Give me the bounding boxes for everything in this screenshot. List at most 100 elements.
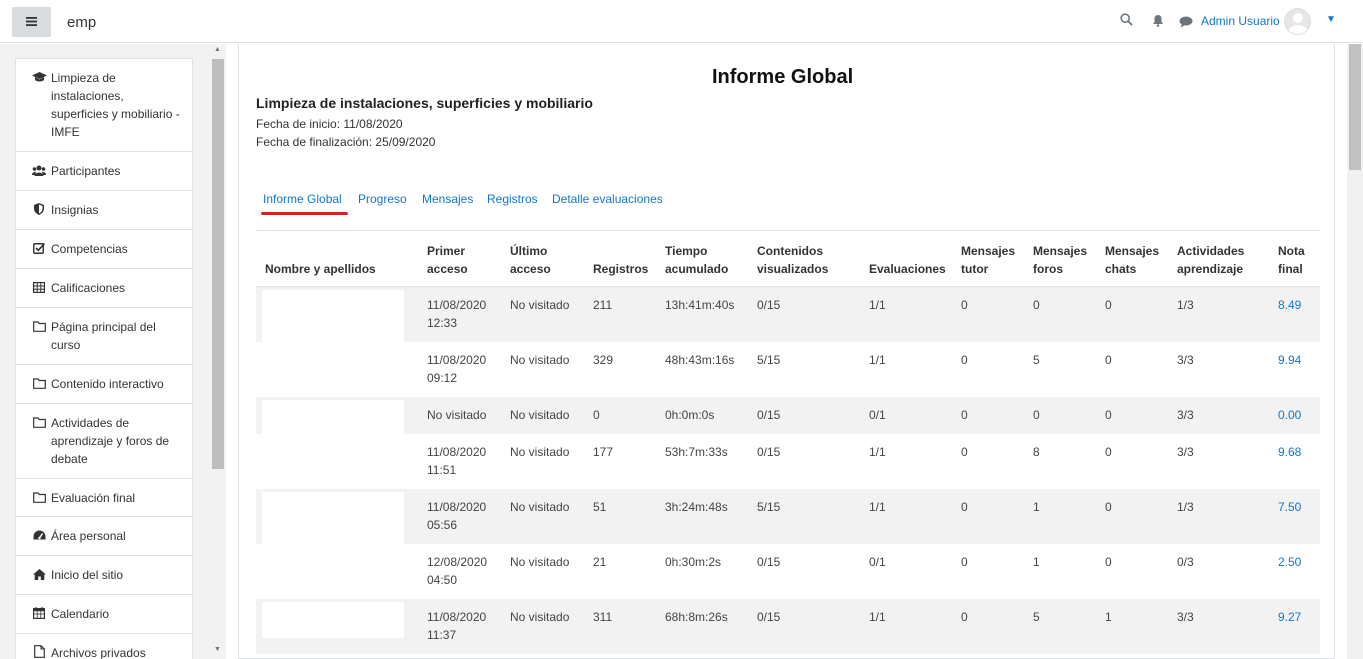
- top-navbar: emp Admin Usuario ▼: [0, 0, 1363, 43]
- nota-final-link[interactable]: 7.50: [1278, 500, 1301, 514]
- cell-chats: 0: [1105, 353, 1112, 367]
- nota-final-link[interactable]: 8.49: [1278, 298, 1301, 312]
- column-header[interactable]: Mensajes chats: [1096, 230, 1168, 287]
- cell-ultimo: No visitado: [501, 599, 584, 654]
- column-header[interactable]: Actividades aprendizaje: [1168, 230, 1269, 287]
- menu-toggle-button[interactable]: [12, 7, 51, 37]
- sidebar-item-actividades[interactable]: Actividades de aprendizaje y foros de de…: [16, 404, 192, 479]
- column-header[interactable]: Nombre y apellidos: [256, 230, 418, 287]
- column-header[interactable]: Contenidos visualizados: [748, 230, 860, 287]
- drawer-scrollbar-thumb[interactable]: [212, 59, 224, 469]
- table-row: 12/08/2020 04:50 No visitado 21 0h:30m:2s 0/1…: [256, 544, 1320, 599]
- table-row: No visitado No visitado 0 0h:0m:0s 0/15 0/1 0 0…: [256, 397, 1320, 436]
- cell-tiempo: 53h:7m:33s: [665, 445, 728, 459]
- user-avatar[interactable]: [1284, 8, 1311, 35]
- cell-contenidos: 5/15: [757, 353, 781, 367]
- sidebar-item-inicio-sitio[interactable]: Inicio del sitio: [16, 556, 192, 595]
- bell-icon[interactable]: [1152, 14, 1164, 30]
- cell-registros: 51: [584, 489, 656, 544]
- sidebar-item-participantes[interactable]: Participantes: [16, 152, 192, 191]
- end-date: Fecha de finalización: 25/09/2020: [256, 135, 436, 149]
- chat-icon[interactable]: [1179, 15, 1193, 31]
- home-icon: [32, 567, 46, 585]
- sidebar-item-archivos-privados[interactable]: Archivos privados: [16, 634, 192, 659]
- cell-foros: 0: [1024, 286, 1096, 342]
- dashboard-icon: [32, 528, 46, 546]
- cell-registros: 0: [584, 397, 656, 434]
- cell-foros: 5: [1033, 353, 1040, 367]
- table-row: 11/08/2020 12:33 No visitado 211 13h:41m:40s…: [256, 286, 1320, 342]
- sidebar-item-label: Competencias: [51, 242, 128, 256]
- cell-nota-final: 0.00: [1269, 397, 1320, 434]
- report-card: Informe Global Limpieza de instalaciones…: [238, 44, 1335, 659]
- redacted-name-block: [262, 492, 404, 548]
- column-header[interactable]: Tiempo acumulado: [656, 230, 748, 287]
- sidebar-item-contenido-interactivo[interactable]: Contenido interactivo: [16, 365, 192, 404]
- search-icon[interactable]: [1120, 13, 1133, 29]
- sidebar-item-course[interactable]: Limpieza de instalaciones, superficies y…: [16, 59, 192, 152]
- scroll-up-arrow-icon[interactable]: ▲: [214, 46, 221, 53]
- sidebar-item-calendario[interactable]: Calendario: [16, 595, 192, 634]
- cell-ultimo: No visitado: [510, 353, 570, 367]
- sidebar-item-calificaciones[interactable]: Calificaciones: [16, 269, 192, 308]
- cell-primer-acceso: 11/08/2020 05:56: [418, 489, 501, 544]
- scroll-down-arrow-icon[interactable]: ▼: [214, 646, 221, 653]
- sidebar-item-area-personal[interactable]: Área personal: [16, 517, 192, 556]
- cell-actividades: 3/3: [1177, 353, 1194, 367]
- cell-nota-final: 7.50: [1269, 489, 1320, 544]
- site-brand[interactable]: emp: [67, 14, 96, 31]
- cell-evaluaciones: 1/1: [860, 599, 952, 654]
- nota-final-link[interactable]: 9.27: [1278, 610, 1301, 624]
- sidebar-item-label: Insignias: [51, 203, 99, 217]
- cell-primer-acceso: 11/08/2020 09:12: [427, 353, 487, 385]
- cell-evaluaciones: 1/1: [869, 445, 886, 459]
- column-header[interactable]: Mensajes foros: [1024, 230, 1096, 287]
- page-scrollbar[interactable]: [1347, 44, 1363, 659]
- nota-final-link[interactable]: 2.50: [1278, 555, 1301, 569]
- cell-actividades: 1/3: [1168, 489, 1269, 544]
- page-scrollbar-thumb[interactable]: [1349, 44, 1361, 170]
- table-row: 11/08/2020 11:37 No visitado 311 68h:8m:26s 0…: [256, 599, 1320, 654]
- cell-registros: 311: [584, 599, 656, 654]
- cell-contenidos: 0/15: [757, 445, 781, 459]
- menu-icon: [26, 15, 37, 29]
- nota-final-link[interactable]: 0.00: [1278, 408, 1301, 422]
- sidebar-item-insignias[interactable]: Insignias: [16, 191, 192, 230]
- cell-contenidos: 0/15: [748, 599, 860, 654]
- cell-tutor: 0: [952, 489, 1024, 544]
- sidebar-item-competencias[interactable]: Competencias: [16, 230, 192, 269]
- column-header[interactable]: Nota final: [1269, 230, 1320, 287]
- cell-chats: 0: [1096, 397, 1168, 434]
- cell-tiempo: 13h:41m:40s: [656, 286, 748, 342]
- sidebar-item-label: Área personal: [51, 529, 126, 543]
- table-icon: [32, 280, 46, 298]
- cell-nota-final: 9.68: [1269, 434, 1320, 489]
- redacted-name-block: [262, 290, 404, 342]
- column-header[interactable]: Evaluaciones: [860, 230, 952, 287]
- sidebar-item-label: Actividades de aprendizaje y foros de de…: [51, 416, 170, 466]
- column-header[interactable]: Último acceso: [501, 230, 584, 287]
- sidebar-item-pagina-principal[interactable]: Página principal del curso: [16, 308, 192, 365]
- tab-progreso[interactable]: Progreso: [358, 192, 407, 206]
- graduation-cap-icon: [32, 70, 47, 88]
- cell-chats: 1: [1096, 599, 1168, 654]
- table-row: 11/08/2020 05:56 No visitado 51 3h:24m:48s 5/…: [256, 489, 1320, 548]
- column-header[interactable]: Mensajes tutor: [952, 230, 1024, 287]
- column-header[interactable]: Primer acceso: [418, 230, 501, 287]
- user-menu-name[interactable]: Admin Usuario: [1201, 14, 1280, 28]
- chevron-down-icon[interactable]: ▼: [1326, 14, 1336, 25]
- column-header[interactable]: Registros: [584, 230, 656, 287]
- cell-student-name: [256, 342, 418, 397]
- nota-final-link[interactable]: 9.94: [1278, 353, 1301, 367]
- nota-final-link[interactable]: 9.68: [1278, 445, 1301, 459]
- tab-registros[interactable]: Registros: [487, 192, 538, 206]
- tab-detalle-evaluaciones[interactable]: Detalle evaluaciones: [552, 192, 663, 206]
- cell-actividades: 1/3: [1168, 286, 1269, 342]
- redacted-name-block: [262, 400, 404, 436]
- drawer-scrollbar[interactable]: ▲ ▼: [211, 44, 225, 659]
- tab-informe-global[interactable]: Informe Global: [263, 192, 342, 206]
- sidebar-item-evaluacion-final[interactable]: Evaluación final: [16, 479, 192, 517]
- tab-mensajes[interactable]: Mensajes: [422, 192, 473, 206]
- table-header-row: Nombre y apellidos Primer acceso Último ac…: [256, 230, 1320, 287]
- cell-chats: 0: [1096, 489, 1168, 544]
